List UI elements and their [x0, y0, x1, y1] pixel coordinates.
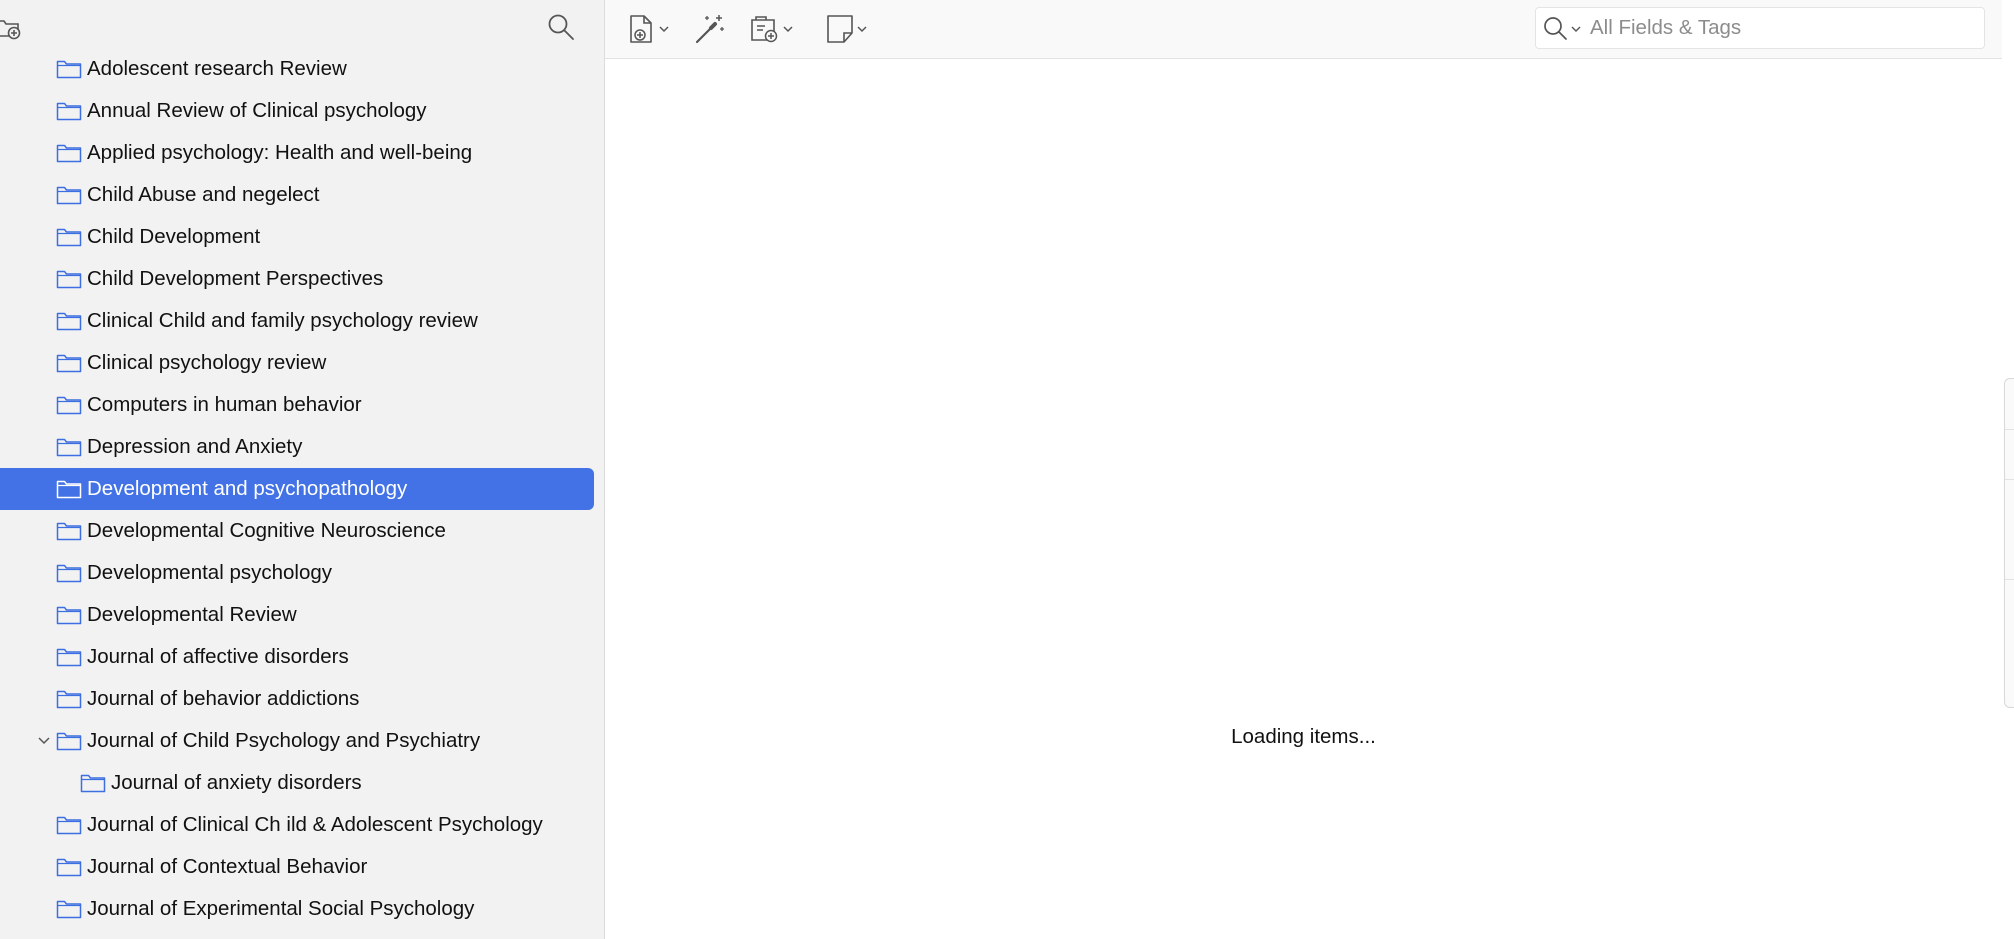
items-pane: Loading items...	[605, 0, 2002, 939]
chevron-down-icon[interactable]	[36, 733, 52, 749]
item-search-input[interactable]	[1590, 12, 1970, 44]
folder-icon	[56, 522, 82, 541]
collection-label: Developmental psychology	[87, 561, 332, 584]
add-attachment-button[interactable]	[749, 10, 795, 48]
collection-label: Journal of behavior addictions	[87, 687, 360, 710]
search-icon	[548, 14, 574, 40]
collection-item[interactable]: Journal of anxiety disorders	[0, 762, 594, 804]
edge-divider	[2005, 429, 2014, 430]
folder-icon	[56, 186, 82, 205]
collection-label: Clinical psychology review	[87, 351, 327, 374]
collection-item[interactable]: Developmental Review	[0, 594, 594, 636]
collection-item[interactable]: Applied psychology: Health and well-bein…	[0, 132, 594, 174]
folder-icon	[56, 354, 82, 373]
collection-tree: Adolescent research Review Annual Review …	[0, 48, 604, 930]
chevron-down-icon	[783, 26, 793, 33]
new-note-button[interactable]	[825, 10, 869, 48]
search-mode-button[interactable]	[1542, 14, 1586, 42]
collection-label: Applied psychology: Health and well-bein…	[87, 141, 473, 164]
folder-icon	[56, 564, 82, 583]
collection-item[interactable]: Depression and Anxiety	[0, 426, 594, 468]
folder-icon	[56, 144, 82, 163]
collection-label: Developmental Review	[87, 603, 297, 626]
folder-icon	[56, 438, 82, 457]
collection-label: Journal of Clinical Ch ild & Adolescent …	[87, 813, 543, 836]
collection-label: Depression and Anxiety	[87, 435, 303, 458]
collection-item[interactable]: Journal of behavior addictions	[0, 678, 594, 720]
folder-icon	[56, 816, 82, 835]
add-by-identifier-button[interactable]	[693, 10, 727, 48]
search-icon	[1544, 17, 1567, 40]
collection-label: Computers in human behavior	[87, 393, 362, 416]
folder-icon	[56, 732, 82, 751]
collection-item[interactable]: Development and psychopathology	[0, 468, 594, 510]
collection-item[interactable]: Journal of Clinical Ch ild & Adolescent …	[0, 804, 594, 846]
loading-status: Loading items...	[1231, 725, 1376, 748]
collection-item[interactable]: Journal of Contextual Behavior	[0, 846, 594, 888]
note-icon	[827, 15, 853, 43]
collection-label: Annual Review of Clinical psychology	[87, 99, 427, 122]
magic-wand-icon	[695, 15, 724, 44]
collection-item[interactable]: Journal of affective disorders	[0, 636, 594, 678]
collection-item[interactable]: Child Development	[0, 216, 594, 258]
edge-divider	[2005, 479, 2014, 480]
collection-label: Journal of Child Psychology and Psychiat…	[87, 729, 481, 752]
collection-item[interactable]: Child Development Perspectives	[0, 258, 594, 300]
collection-label: Journal of affective disorders	[87, 645, 349, 668]
edge-divider	[2005, 579, 2014, 580]
collection-label: Adolescent research Review	[87, 57, 347, 80]
folder-icon	[56, 312, 82, 331]
new-collection-icon	[0, 20, 21, 40]
new-item-icon	[630, 15, 652, 43]
collection-item[interactable]: Developmental psychology	[0, 552, 594, 594]
collection-label: Child Development Perspectives	[87, 267, 384, 290]
collection-item[interactable]: Journal of Experimental Social Psycholog…	[0, 888, 594, 930]
chevron-down-icon	[659, 26, 669, 33]
collection-label: Developmental Cognitive Neuroscience	[87, 519, 446, 542]
collection-label: Clinical Child and family psychology rev…	[87, 309, 478, 332]
folder-icon	[56, 858, 82, 877]
filter-collections-button[interactable]	[546, 12, 576, 42]
item-pane-collapsed-edge[interactable]	[2004, 378, 2014, 708]
folder-icon	[80, 774, 106, 793]
folder-icon	[56, 606, 82, 625]
collection-label: Journal of anxiety disorders	[111, 771, 362, 794]
new-item-button[interactable]	[627, 10, 671, 48]
collection-item[interactable]: Developmental Cognitive Neuroscience	[0, 510, 594, 552]
items-toolbar	[605, 0, 2002, 59]
chevron-down-icon	[857, 26, 867, 33]
collection-label: Child Development	[87, 225, 261, 248]
collections-pane: Adolescent research Review Annual Review …	[0, 0, 605, 939]
chevron-down-icon	[1571, 26, 1581, 32]
collection-item[interactable]: Journal of Child Psychology and Psychiat…	[0, 720, 594, 762]
folder-icon	[56, 648, 82, 667]
new-collection-button[interactable]	[0, 14, 22, 42]
folder-icon	[56, 228, 82, 247]
folder-icon	[56, 102, 82, 121]
collection-item[interactable]: Child Abuse and negelect	[0, 174, 594, 216]
collection-item[interactable]: Annual Review of Clinical psychology	[0, 90, 594, 132]
item-search-box	[1535, 7, 1985, 49]
collection-item[interactable]: Clinical Child and family psychology rev…	[0, 300, 594, 342]
attachment-icon	[751, 16, 778, 43]
folder-icon	[56, 396, 82, 415]
app-window: Adolescent research Review Annual Review …	[0, 0, 2014, 939]
collection-label: Child Abuse and negelect	[87, 183, 320, 206]
collection-item[interactable]: Adolescent research Review	[0, 48, 594, 90]
collection-label: Development and psychopathology	[87, 477, 408, 500]
collection-label: Journal of Experimental Social Psycholog…	[87, 897, 475, 920]
folder-icon	[56, 60, 82, 79]
collection-item[interactable]: Clinical psychology review	[0, 342, 594, 384]
collection-label: Journal of Contextual Behavior	[87, 855, 368, 878]
folder-icon	[56, 270, 82, 289]
folder-icon	[56, 480, 82, 499]
collection-item[interactable]: Computers in human behavior	[0, 384, 594, 426]
folder-icon	[56, 900, 82, 919]
folder-icon	[56, 690, 82, 709]
